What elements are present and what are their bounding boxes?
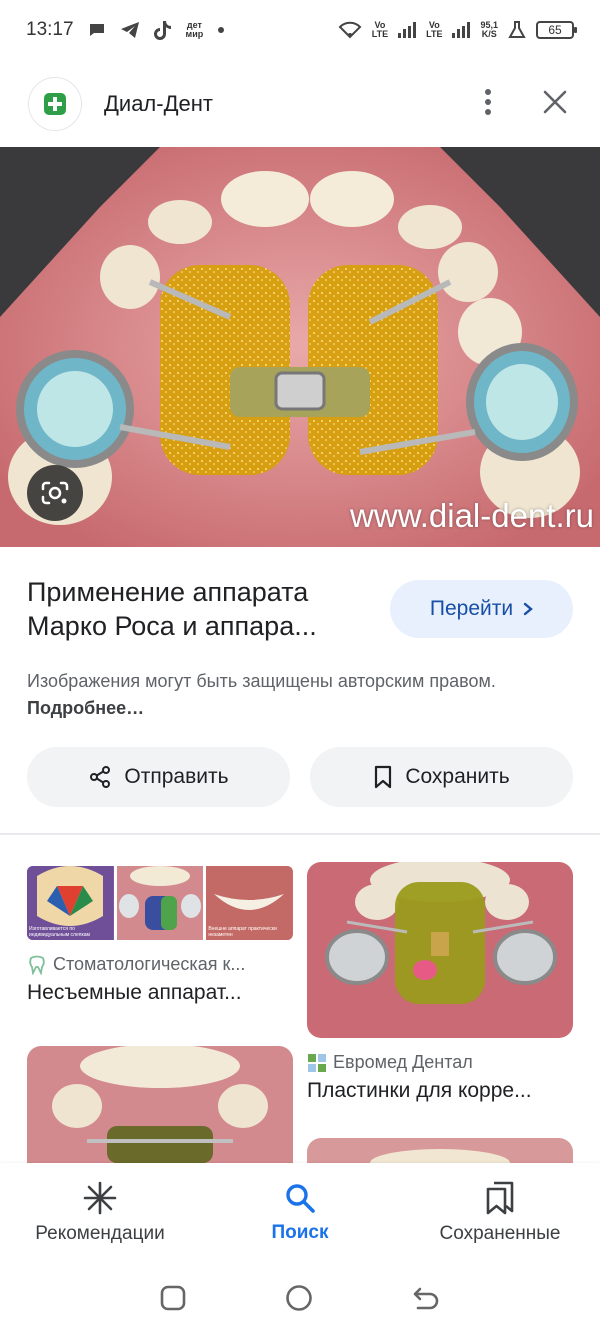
bottom-navigation: Рекомендации Поиск Сохраненные [0, 1163, 600, 1263]
message-icon [88, 22, 106, 38]
related-thumbnail-4[interactable] [307, 1138, 573, 1163]
related-source-1: Стоматологическая к... [27, 954, 293, 975]
bookmark-icon [375, 765, 392, 789]
asterisk-icon [83, 1181, 117, 1215]
recent-apps-icon[interactable] [160, 1285, 186, 1316]
copyright-notice: Изображения могут быть защищены авторски… [27, 668, 567, 722]
close-icon[interactable] [542, 89, 568, 120]
share-icon [90, 766, 111, 788]
nav-search[interactable]: Поиск [200, 1163, 400, 1263]
search-icon [286, 1184, 315, 1213]
visit-button[interactable]: Перейти [390, 580, 573, 638]
thumb-panel-mouth [116, 866, 204, 940]
volte-icon-2: Vo LTE [426, 20, 443, 39]
euromed-logo-icon [308, 1053, 326, 1072]
battery-icon: 65 [536, 21, 577, 39]
share-label: Отправить [124, 765, 229, 788]
lens-icon [41, 481, 69, 505]
network-speed: 95,1 K/S [480, 20, 498, 39]
result-header: Диал-Дент [0, 72, 600, 136]
main-image[interactable]: www.dial-dent.ru [0, 147, 600, 547]
site-favicon [28, 77, 82, 131]
yellow-appliance-image [307, 862, 573, 1038]
image-watermark: www.dial-dent.ru [350, 497, 594, 534]
notification-app-icon: дет мир [185, 20, 204, 39]
nav-recommendations[interactable]: Рекомендации [0, 1163, 200, 1263]
related-thumbnail-3[interactable] [27, 1046, 293, 1163]
related-thumbnail-1: Изготавливается по индивидуальным слепка… [27, 866, 293, 940]
related-title-1: Несъемные аппарат... [27, 981, 242, 1004]
nav-saved[interactable]: Сохраненные [400, 1163, 600, 1263]
related-source-2: Евромед Дентал [307, 1052, 573, 1073]
status-time: 13:17 [26, 19, 74, 40]
result-title[interactable]: Применение аппарата Марко Роса и аппара.… [27, 575, 377, 643]
appliance-photo-3 [27, 1046, 293, 1163]
google-lens-button[interactable] [27, 465, 83, 521]
section-divider [0, 833, 600, 835]
system-navigation-bar [0, 1263, 600, 1337]
copyright-text: Изображения могут быть защищены авторски… [27, 671, 496, 691]
collections-icon [486, 1181, 514, 1215]
more-options-icon[interactable] [484, 88, 492, 121]
related-card-2[interactable]: Евромед Дентал Пластинки для корре... [307, 862, 573, 1103]
site-name[interactable]: Диал-Дент [104, 91, 213, 117]
wifi-icon [338, 21, 362, 39]
tiktok-icon [153, 20, 172, 40]
home-icon[interactable] [285, 1284, 313, 1317]
status-bar: 13:17 дет мир Vo LTE Vo LTE 95,1 K/S 65 [0, 0, 600, 60]
thumb-caption-1: Изготавливается по индивидуальным слепка… [29, 926, 90, 938]
visit-label: Перейти [429, 597, 514, 620]
chevron-right-icon [523, 602, 533, 616]
signal-icon-2 [452, 22, 471, 38]
flask-icon [508, 21, 526, 39]
dental-appliance-photo [0, 147, 600, 547]
save-label: Сохранить [405, 765, 510, 788]
more-notifications-dot-icon [217, 26, 225, 34]
dental-cross-icon [44, 93, 66, 115]
save-button[interactable]: Сохранить [310, 747, 573, 807]
related-card-1[interactable]: Изготавливается по индивидуальным слепка… [27, 866, 293, 1005]
learn-more-link[interactable]: Подробнее… [27, 698, 144, 718]
signal-icon-1 [398, 22, 417, 38]
appliance-photo-4 [307, 1138, 573, 1163]
thumb-panel-appliance: Изготавливается по индивидуальным слепка… [27, 866, 114, 940]
tooth-icon [29, 955, 45, 975]
mouth-appliance-image [116, 866, 203, 940]
thumb-caption-2: Внешне аппарат практически незаметен [208, 926, 277, 938]
volte-icon-1: Vo LTE [371, 20, 389, 39]
related-thumbnail-2 [307, 862, 573, 1038]
telegram-icon [120, 21, 140, 39]
share-button[interactable]: Отправить [27, 747, 290, 807]
thumb-panel-smile: Внешне аппарат практически незаметен [206, 866, 293, 940]
back-icon[interactable] [412, 1285, 440, 1316]
related-title-2: Пластинки для корре... [307, 1079, 532, 1102]
